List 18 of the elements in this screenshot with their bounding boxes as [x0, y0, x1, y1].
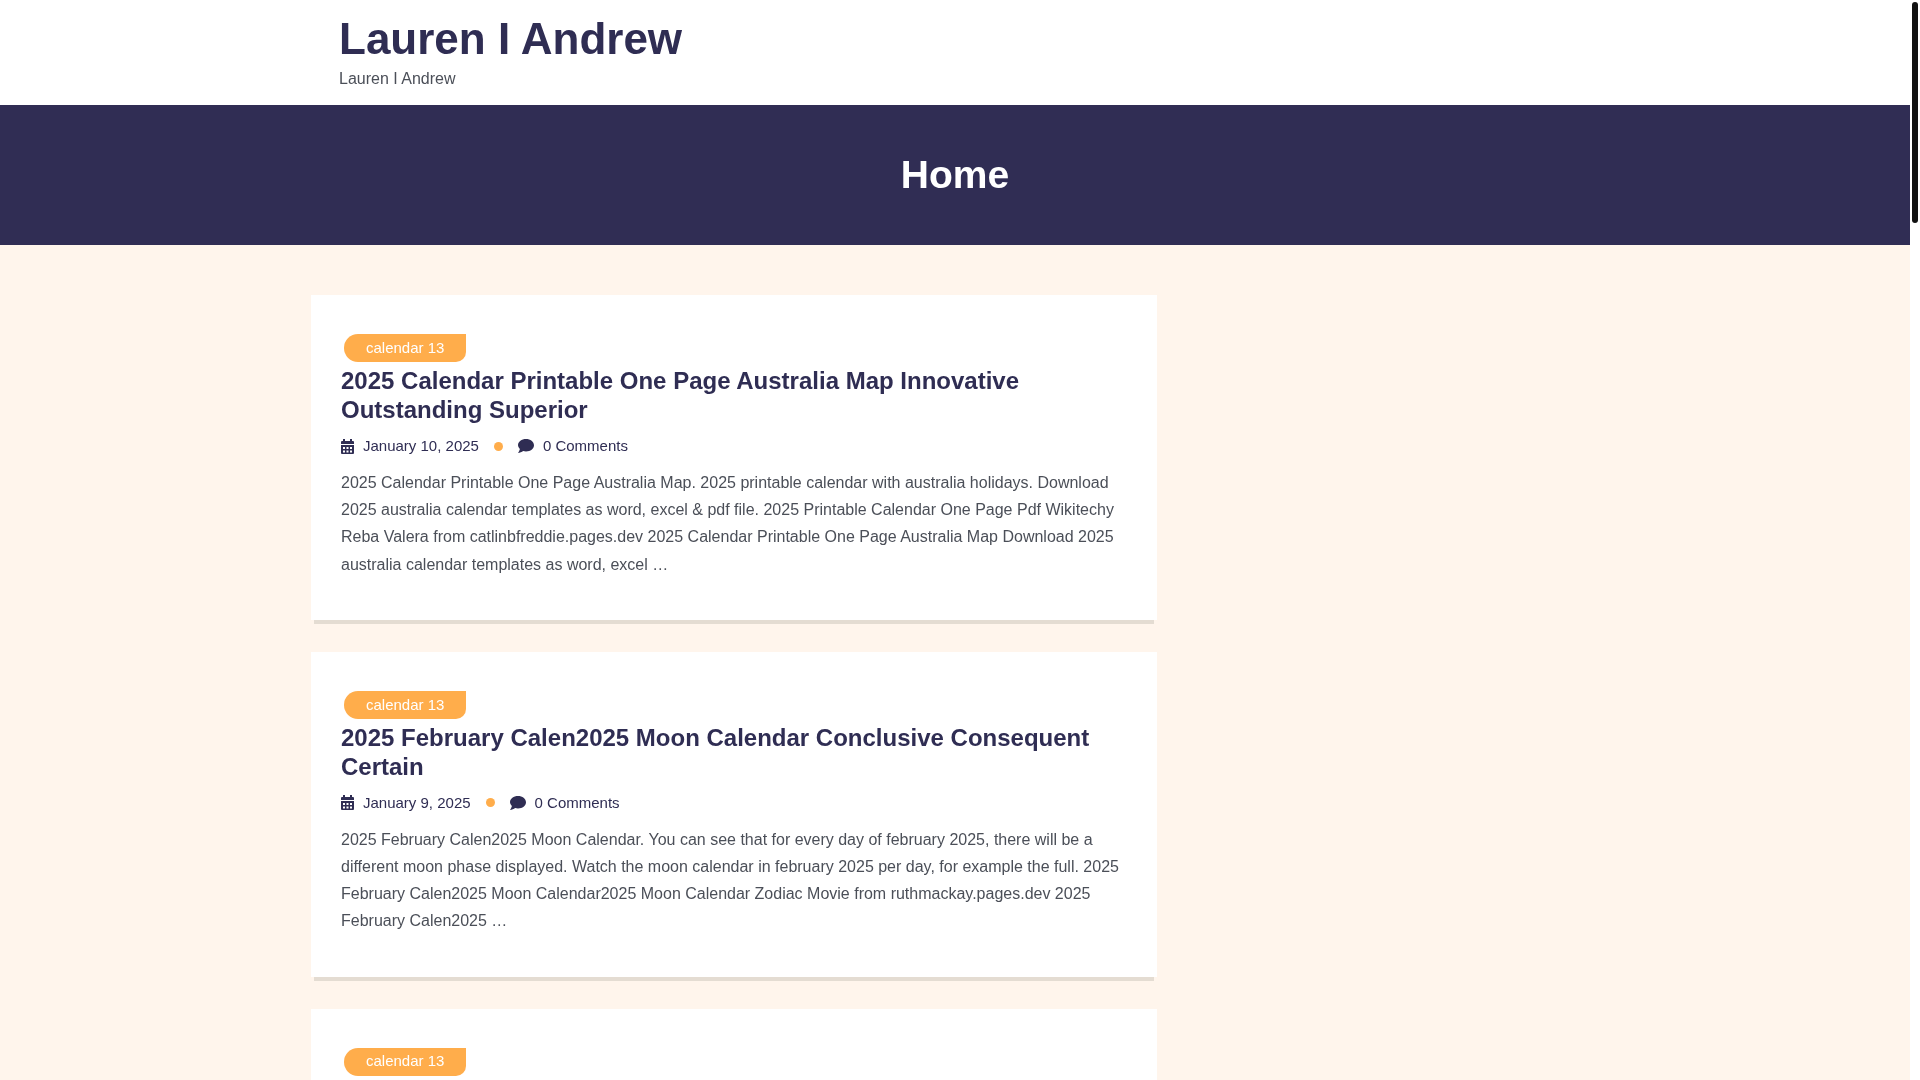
post-date[interactable]: January 10, 2025 — [363, 434, 479, 458]
page-heading: Home — [900, 152, 1010, 198]
post-date[interactable]: January 9, 2025 — [363, 791, 471, 815]
scrollbar-thumb[interactable] — [1912, 2, 1918, 223]
speech-bubble-icon — [517, 439, 534, 453]
comments-link[interactable]: 0 Comments — [534, 791, 620, 815]
speech-bubble-icon — [509, 795, 526, 810]
comments-link[interactable]: 0 Comments — [542, 434, 628, 458]
calendar-icon — [341, 438, 354, 454]
dot-icon — [493, 441, 503, 451]
site-title[interactable]: Lauren I Andrew — [339, 13, 683, 65]
post-title[interactable]: 2025 February Calen2025 Moon Calendar Conclusive Consequent Certain — [341, 722, 1127, 781]
post-excerpt: 2025 February Calen2025 Moon Calendar. You can see that for every day of february 2025, there will be a different moon phase displayed. Watch the moon calendar in february 2025 per day, for example the full. 2025 February Calen2025 Moon Calendar2025 Moon Calendar Zodiac Movie from ruthmackay.pages.dev 2025 February Calen2025 … — [341, 829, 1120, 932]
post-title[interactable]: 2025 Calendar Printable One Page Australia Map Innovative Outstanding Superior — [341, 366, 1127, 424]
post-excerpt: 2025 Calendar Printable One Page Australia Map. 2025 printable calendar with australia holidays. Download 2025 australia calendar templates as word, excel & pdf file. 2025 Printable Calendar One Page Pdf Wikitechy Reba Valera from catlinbfreddie.pages.dev 2025 Calendar Printable One Page Australia Map Download 2025 australia calendar templates as word, excel … — [341, 473, 1115, 575]
site-tagline: Lauren I Andrew — [339, 69, 456, 89]
calendar-icon — [341, 795, 354, 811]
dot-icon — [485, 798, 495, 808]
